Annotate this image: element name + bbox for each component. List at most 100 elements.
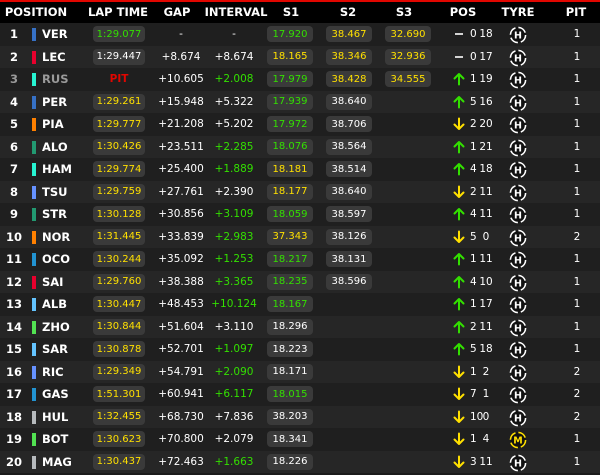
- svg-text:H: H: [514, 391, 522, 402]
- position-number: 20: [5, 454, 23, 469]
- header-s1: S1: [282, 5, 300, 19]
- hard-tyre-icon: H: [509, 26, 527, 44]
- sector-s1: 18.181: [267, 161, 313, 177]
- table-row[interactable]: 18 HUL 1:32.455 +68.730 +7.836 38.203 10 0 H 2: [0, 405, 600, 428]
- team-color-bar: [32, 365, 36, 379]
- interval-value: +2.285: [214, 140, 254, 153]
- table-row[interactable]: 15 SAR 1:30.878 +52.701 +1.097 18.223 5 18 H 1: [0, 338, 600, 361]
- sector-s1: 38.203: [267, 408, 313, 425]
- interval-value: +1.889: [214, 163, 254, 176]
- tyre-age: 17: [479, 298, 493, 311]
- table-row[interactable]: 8 TSU 1:29.759 +27.761 +2.390 18.177 38.640 2 11…: [0, 180, 600, 203]
- position-down-arrow-icon: [453, 117, 465, 130]
- gap-value: +38.388: [158, 275, 204, 288]
- position-change: 5: [470, 230, 477, 243]
- position-up-arrow-icon: [453, 163, 465, 176]
- table-row[interactable]: 11 OCO 1:30.244 +35.092 +1.253 18.217 38.131 1 1…: [0, 248, 600, 271]
- lap-time: 1:51.301: [93, 386, 145, 402]
- driver-code: HUL: [42, 409, 69, 424]
- interval-value: +2.390: [214, 185, 254, 198]
- table-row[interactable]: 7 HAM 1:29.774 +25.400 +1.889 18.181 38.514 4 18…: [0, 158, 600, 181]
- svg-text:M: M: [513, 436, 522, 447]
- lap-time: 1:29.261: [93, 93, 145, 110]
- hard-tyre-icon: H: [509, 229, 527, 246]
- position-change: 1: [470, 433, 477, 446]
- table-row[interactable]: 10 NOR 1:31.445 +33.839 +2.983 37.343 38.126 5 0…: [0, 225, 600, 248]
- position-down-arrow-icon: [453, 410, 465, 423]
- svg-text:H: H: [514, 233, 522, 244]
- team-color-bar: [32, 118, 36, 131]
- pit-stops: 1: [573, 140, 581, 153]
- header-lap-time: LAP TIME: [87, 5, 149, 19]
- lap-time: 1:29.447: [93, 48, 145, 65]
- interval-value: +5.202: [214, 118, 254, 131]
- timing-table: 1 VER 1:29.077- -17.920 38.467 32.690 0 18 H 1 2 LE…: [0, 23, 600, 473]
- tyre-age: 11: [479, 320, 493, 333]
- sector-s1: 17.979: [267, 71, 313, 87]
- table-row[interactable]: 2 LEC 1:29.447 +8.674 +8.674 18.165 38.346 32.9…: [0, 45, 600, 68]
- interval-value: +2.090: [214, 365, 254, 378]
- sector-s1: 18.015: [267, 386, 313, 402]
- position-number: 8: [9, 184, 19, 199]
- gap-value: +21.208: [158, 118, 204, 131]
- sector-s1: 18.223: [267, 341, 313, 357]
- hard-tyre-icon: H: [509, 386, 527, 404]
- team-color-bar: [32, 343, 36, 356]
- position-change: 2: [470, 185, 477, 198]
- hard-tyre-icon: H: [509, 184, 527, 201]
- tyre-age: 4: [482, 433, 490, 446]
- sector-s2: 38.131: [326, 251, 372, 267]
- position-up-arrow-icon: [453, 320, 465, 333]
- position-change: 1: [470, 73, 477, 86]
- driver-code: HAM: [42, 162, 72, 177]
- sector-s2: 38.640: [326, 93, 372, 110]
- hard-tyre-icon: H: [509, 206, 527, 224]
- position-number: 3: [9, 72, 19, 87]
- position-change: 10: [470, 410, 484, 423]
- table-row[interactable]: 6 ALO 1:30.426 +23.511 +2.285 18.076 38.564 1 21…: [0, 135, 600, 158]
- position-change: 3: [470, 455, 477, 468]
- table-row[interactable]: 1 VER 1:29.077 - - 17.920 38.467 32.690 0 18 H 1: [0, 23, 600, 46]
- table-row[interactable]: 20 MAG 1:30.437 +72.463 +1.663 18.226 3 11 H 1: [0, 450, 600, 473]
- sector-s1: 18.177: [267, 183, 313, 200]
- lap-time: 1:32.455: [93, 408, 145, 425]
- position-change: 7: [470, 388, 477, 401]
- position-up-arrow-icon: [453, 140, 465, 153]
- tyre-age: 18: [479, 163, 493, 176]
- driver-code: TSU: [42, 184, 68, 199]
- gap-value: +23.511: [158, 140, 204, 153]
- hard-tyre-icon: H: [509, 319, 527, 336]
- table-row[interactable]: 16 RIC 1:29.349 +54.791 +2.090 18.171 1 2 H 2: [0, 360, 600, 383]
- pit-stops: 1: [573, 455, 581, 468]
- lap-time: 1:29.349: [93, 363, 145, 380]
- gap-value: +33.839: [158, 230, 204, 243]
- driver-code: MAG: [42, 454, 72, 469]
- team-color-bar: [32, 320, 36, 334]
- gap-value: +51.604: [158, 320, 204, 333]
- team-color-bar: [32, 253, 36, 266]
- interval-value: +7.836: [214, 410, 254, 423]
- table-row[interactable]: 17 GAS 1:51.301 +60.941 +6.117 18.015 7 1 H 2: [0, 383, 600, 406]
- sector-s1: 18.226: [267, 453, 313, 470]
- gap-value: +52.701: [158, 343, 204, 356]
- sector-s3: 32.690: [385, 26, 431, 42]
- team-color-bar: [32, 185, 36, 199]
- interval-value: +1.097: [214, 343, 254, 356]
- position-number: 9: [9, 207, 19, 222]
- table-row[interactable]: 14 ZHO 1:30.844 +51.604 +3.110 18.296 2 11 H 1: [0, 315, 600, 338]
- table-row[interactable]: 19 BOT 1:30.623 +70.800 +2.079 18.341 1 4 M 1: [0, 428, 600, 451]
- table-row[interactable]: 13 ALB 1:30.447 +48.453 +10.124 18.167 1 17 H 1: [0, 293, 600, 316]
- table-row[interactable]: 9 STR 1:30.128 +30.856 +3.109 18.059 38.597 4 11…: [0, 203, 600, 226]
- pit-stops: 1: [573, 253, 581, 266]
- position-change: 0: [470, 50, 477, 63]
- svg-text:H: H: [514, 143, 522, 154]
- table-row[interactable]: 5 PIA 1:29.777 +21.208 +5.202 17.972 38.706 2 20…: [0, 113, 600, 136]
- driver-code: RIC: [42, 364, 64, 379]
- table-row[interactable]: 12 SAI 1:29.760 +38.388 +3.365 18.235 38.596 4 1…: [0, 270, 600, 293]
- table-row[interactable]: 4 PER 1:29.261 +15.948 +5.322 17.939 38.640 5 16…: [0, 90, 600, 113]
- table-row[interactable]: 3 RUS PIT +10.605 +2.008 17.979 38.428 34.555 1 1…: [0, 68, 600, 91]
- pit-stops: 1: [573, 50, 581, 63]
- lap-time: 1:30.447: [93, 296, 145, 312]
- pit-stops: 1: [573, 185, 581, 198]
- tyre-age: 11: [479, 208, 493, 221]
